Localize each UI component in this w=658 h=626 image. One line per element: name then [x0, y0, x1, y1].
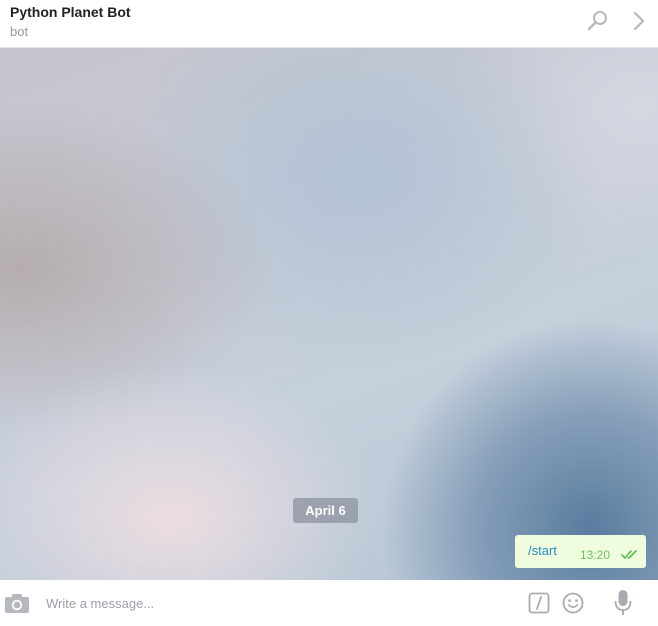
message-time: 13:20 — [580, 548, 611, 562]
camera-icon[interactable] — [4, 592, 30, 614]
chat-history[interactable]: April 6 /start 13:20 — [0, 48, 658, 580]
telegram-chat-window: Python Planet Bot bot April 6 /start 13:… — [0, 0, 658, 626]
chevron-right-icon[interactable] — [628, 9, 650, 33]
chat-subtitle: bot — [10, 24, 29, 39]
date-separator: April 6 — [293, 498, 358, 523]
outgoing-message[interactable]: /start 13:20 — [515, 535, 646, 568]
double-check-icon — [621, 550, 639, 560]
message-input[interactable] — [46, 592, 506, 614]
message-composer — [0, 580, 658, 626]
microphone-icon[interactable] — [613, 589, 633, 617]
search-icon[interactable] — [586, 9, 610, 33]
emoji-icon[interactable] — [561, 591, 585, 615]
message-text[interactable]: /start — [528, 543, 557, 558]
chat-title[interactable]: Python Planet Bot — [10, 4, 131, 20]
bot-command-icon[interactable] — [528, 592, 550, 614]
chat-header: Python Planet Bot bot — [0, 0, 658, 48]
